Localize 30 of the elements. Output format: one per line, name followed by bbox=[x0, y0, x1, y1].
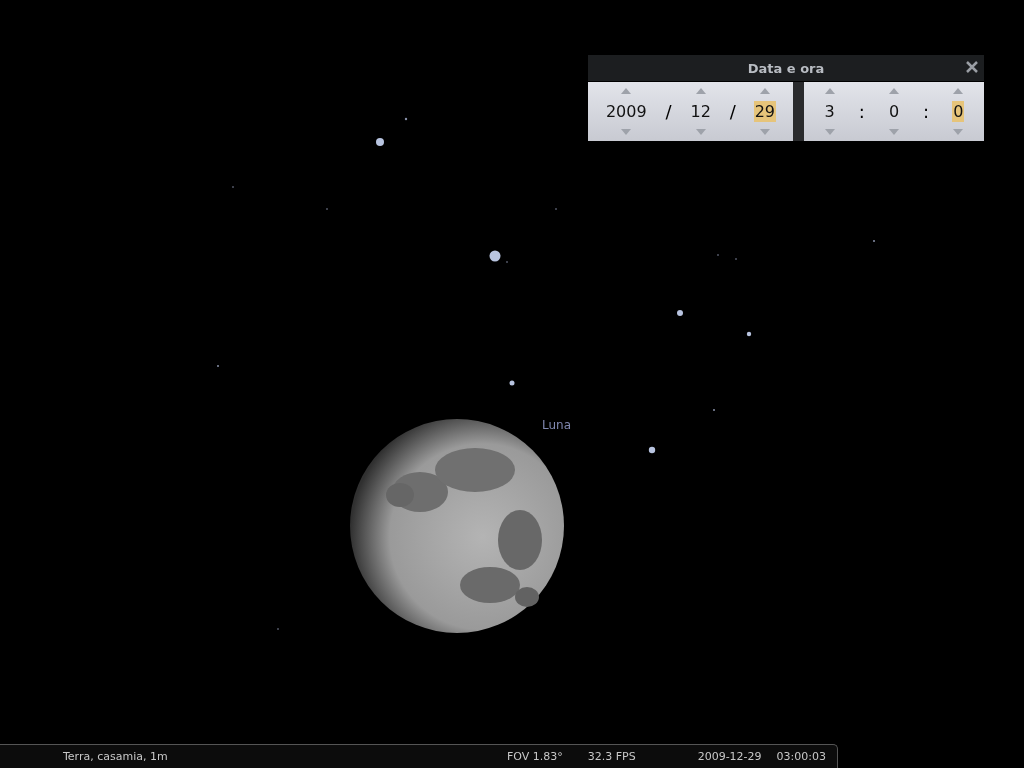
close-icon[interactable] bbox=[965, 60, 979, 74]
spin-field[interactable]: 0 bbox=[887, 101, 901, 122]
up-arrow-icon[interactable] bbox=[953, 88, 964, 94]
date-separator: / bbox=[729, 101, 736, 122]
spin-field[interactable]: 12 bbox=[689, 101, 712, 122]
location-text: Terra, casamia, 1m bbox=[63, 750, 168, 763]
fov-text: FOV 1.83° bbox=[506, 750, 563, 763]
down-arrow-icon[interactable] bbox=[759, 129, 770, 135]
date-separator: / bbox=[665, 101, 672, 122]
fps-text: 32.3 FPS bbox=[587, 750, 636, 763]
up-arrow-icon[interactable] bbox=[621, 88, 632, 94]
up-arrow-icon[interactable] bbox=[695, 88, 706, 94]
time-text: 03:00:03 bbox=[776, 750, 826, 763]
down-arrow-icon[interactable] bbox=[621, 129, 632, 135]
down-arrow-icon[interactable] bbox=[824, 129, 835, 135]
spin-field[interactable]: 2009 bbox=[604, 101, 648, 122]
up-arrow-icon[interactable] bbox=[824, 88, 835, 94]
spin-field[interactable]: 29 bbox=[753, 101, 777, 122]
down-arrow-icon[interactable] bbox=[888, 129, 899, 135]
time-separator: : bbox=[858, 101, 865, 122]
down-arrow-icon[interactable] bbox=[695, 129, 706, 135]
up-arrow-icon[interactable] bbox=[759, 88, 770, 94]
dialog-title: Data e ora bbox=[747, 60, 825, 76]
spin-field[interactable]: 3 bbox=[823, 101, 836, 122]
down-arrow-icon[interactable] bbox=[953, 129, 964, 135]
date-text: 2009-12-29 bbox=[697, 750, 762, 763]
time-separator: : bbox=[923, 101, 930, 122]
spin-field[interactable]: 0 bbox=[952, 101, 965, 122]
moon-label: Luna bbox=[542, 418, 572, 432]
up-arrow-icon[interactable] bbox=[888, 88, 899, 94]
